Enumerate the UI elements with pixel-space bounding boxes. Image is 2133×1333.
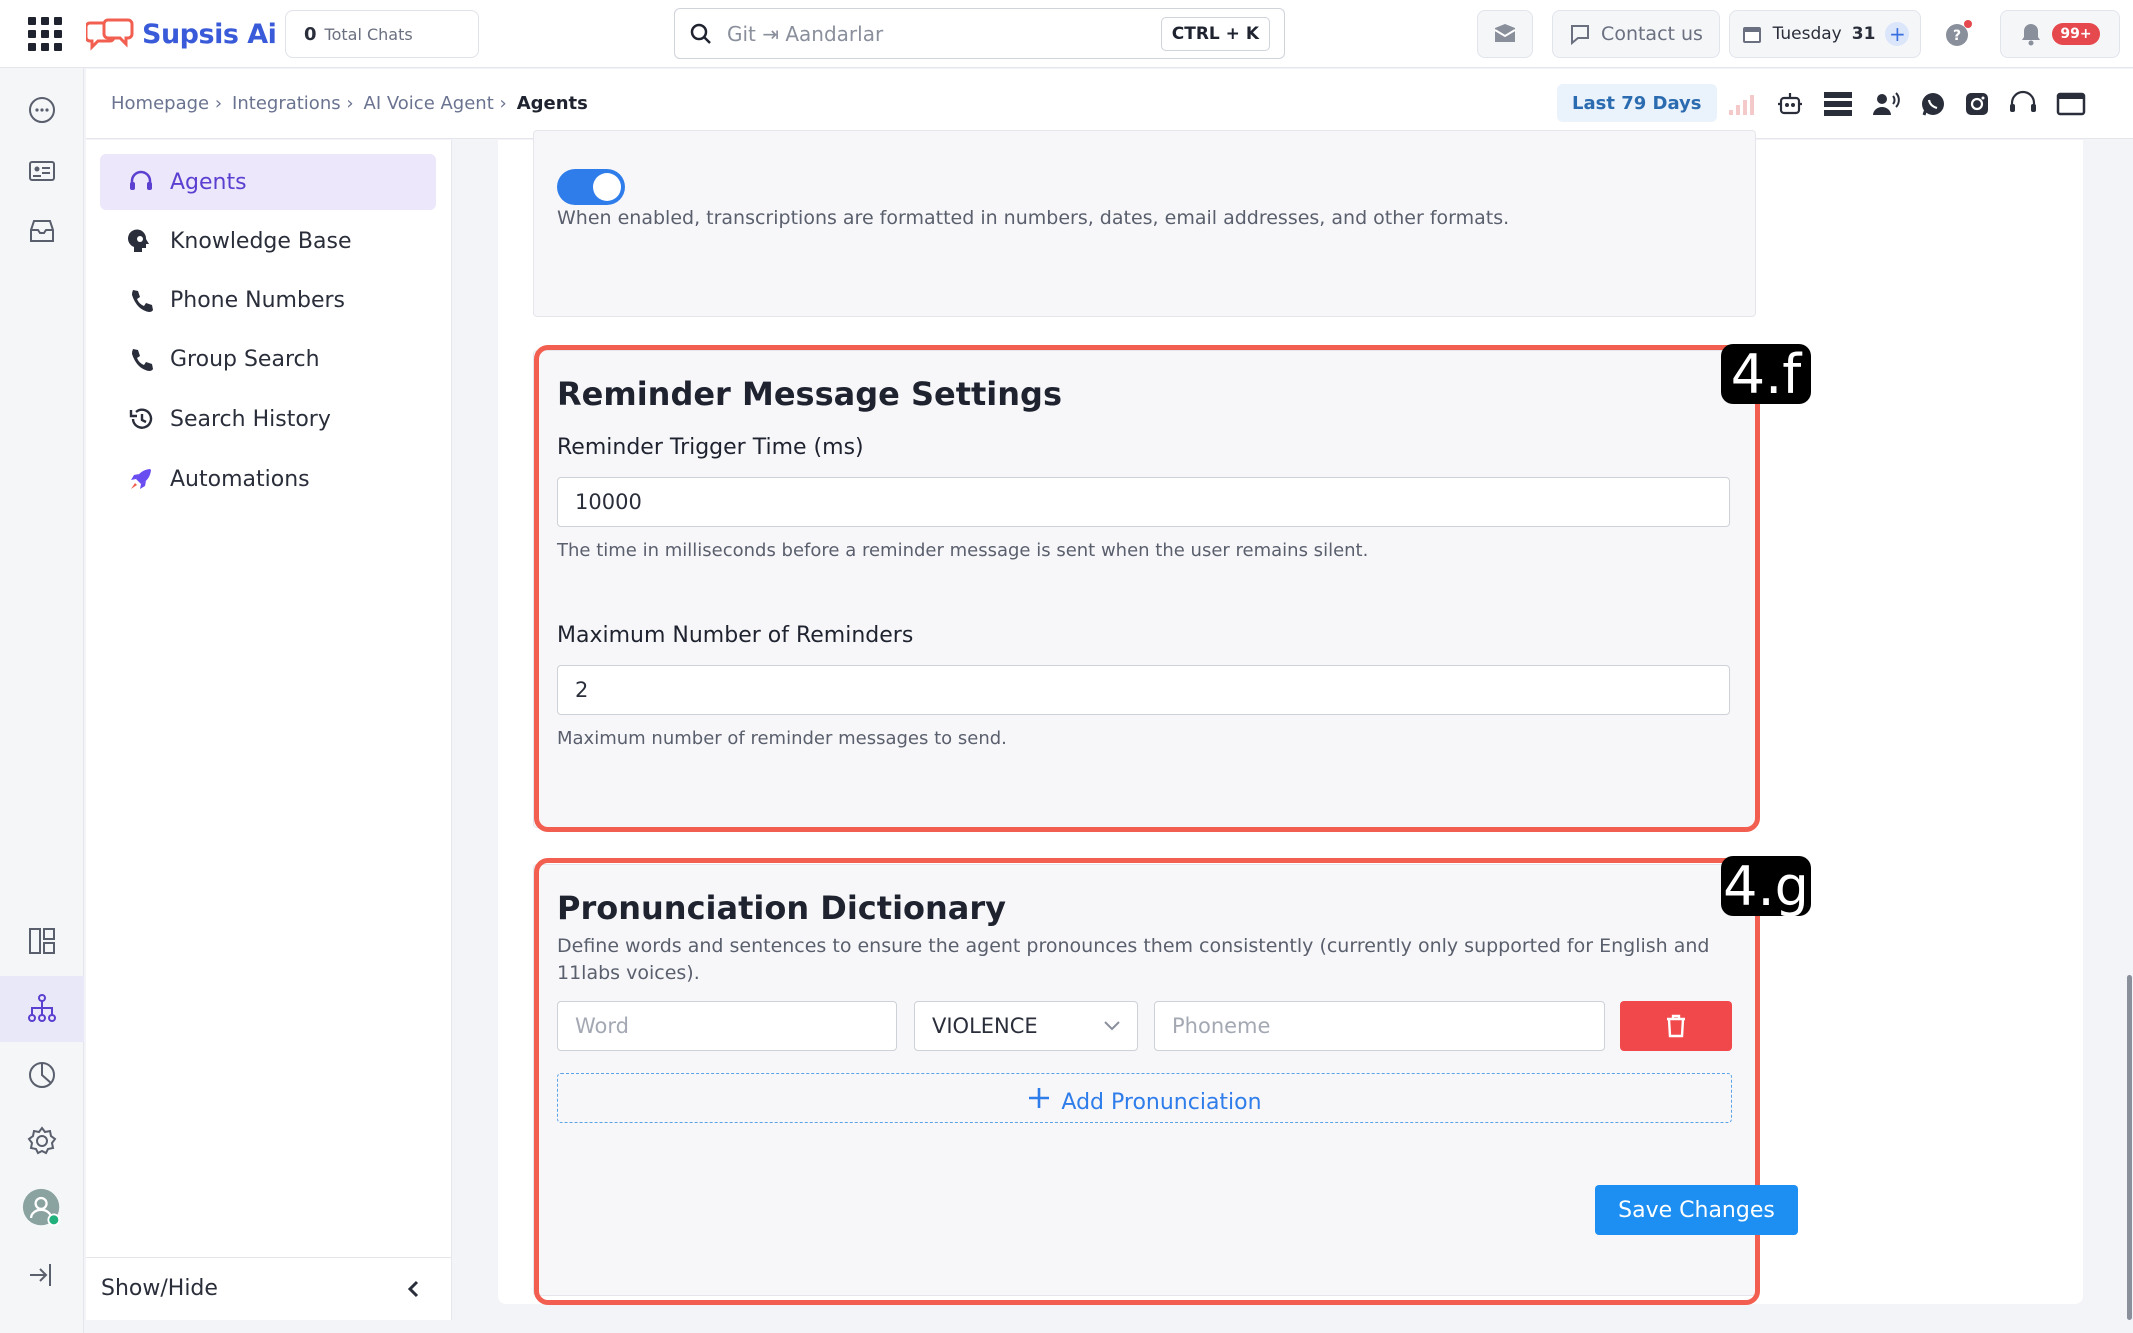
step-tag-pronunciation: 4.g — [1721, 855, 1811, 918]
headset-icon — [128, 169, 154, 195]
server-list-icon[interactable] — [1823, 89, 1853, 119]
instagram-icon[interactable] — [1962, 89, 1992, 119]
robot-icon[interactable] — [1775, 89, 1805, 119]
rail-inbox-icon[interactable] — [22, 211, 62, 251]
rail-settings-icon[interactable] — [22, 1121, 62, 1161]
left-rail — [0, 68, 84, 1333]
sidebar-item-label: Group Search — [170, 346, 320, 372]
sidebar-item-phone-numbers[interactable]: Phone Numbers — [100, 272, 436, 328]
breadcrumb-bar: Homepage › Integrations › AI Voice Agent… — [86, 69, 2133, 139]
mail-button[interactable] — [1477, 10, 1533, 58]
bell-icon — [2022, 24, 2041, 46]
support-agent-icon[interactable] — [2008, 89, 2038, 119]
show-hide-label: Show/Hide — [101, 1276, 218, 1301]
step-tag-reminder: 4.f — [1721, 343, 1811, 406]
highlight-box-reminder — [534, 345, 1760, 832]
contact-us-button[interactable]: Contact us — [1552, 10, 1720, 58]
app-logo[interactable]: Supsis Ai — [86, 14, 277, 54]
notifications-badge: 99+ — [2052, 23, 2100, 45]
total-chats-count: 0 — [304, 23, 317, 45]
phone-icon — [128, 287, 154, 313]
mail-icon — [1494, 24, 1516, 42]
date-range-button[interactable]: Last 79 Days — [1557, 84, 1717, 122]
breadcrumb-current: Agents — [516, 93, 588, 114]
add-date-icon[interactable]: + — [1885, 22, 1910, 46]
breadcrumb-homepage[interactable]: Homepage › — [111, 93, 222, 114]
sidebar: Agents Knowledge Base Phone Numbers Grou… — [86, 140, 452, 1320]
rocket-icon — [128, 466, 154, 492]
contact-us-label: Contact us — [1601, 23, 1703, 45]
agent-settings-card: When enabled, transcriptions are formatt… — [498, 130, 2083, 1305]
calendar-icon — [1742, 27, 1761, 43]
format-description: When enabled, transcriptions are formatt… — [557, 207, 1510, 229]
help-icon: ? — [1946, 20, 1972, 46]
phone-icon — [128, 346, 154, 372]
rail-logout-icon[interactable] — [22, 1255, 62, 1295]
date-picker-chip[interactable]: Tuesday 31 + — [1729, 10, 1921, 58]
breadcrumb-integrations[interactable]: Integrations › — [232, 93, 353, 114]
search-placeholder: Git ⇥ Aandarlar — [727, 21, 884, 46]
date-day: Tuesday — [1772, 24, 1842, 44]
total-chats-label: Total Chats — [324, 24, 413, 44]
global-search[interactable]: Git ⇥ Aandarlar CTRL + K — [674, 8, 1285, 59]
rail-reports-icon[interactable] — [22, 1055, 62, 1095]
sidebar-item-search-history[interactable]: Search History — [100, 391, 436, 447]
voice-user-icon[interactable] — [1871, 89, 1901, 119]
search-icon — [690, 23, 711, 44]
rail-dashboard-icon[interactable] — [22, 921, 62, 961]
sidebar-item-group-search[interactable]: Group Search — [100, 331, 436, 387]
notifications-button[interactable]: 99+ — [2000, 10, 2120, 58]
top-bar: Supsis Ai 0 Total Chats Git ⇥ Aandarlar … — [0, 0, 2133, 68]
brain-head-icon — [128, 228, 154, 254]
window-icon[interactable] — [2056, 89, 2086, 119]
history-icon — [128, 406, 154, 432]
search-shortcut: CTRL + K — [1160, 16, 1270, 51]
breadcrumb-ai-voice-agent[interactable]: AI Voice Agent › — [364, 93, 507, 114]
page-scrollbar[interactable] — [2127, 975, 2132, 1320]
help-button[interactable]: ? — [1939, 10, 1977, 58]
user-avatar[interactable] — [22, 1188, 62, 1228]
app-name: Supsis Ai — [142, 18, 277, 50]
formatting-panel: When enabled, transcriptions are formatt… — [533, 130, 1756, 317]
sidebar-item-knowledge-base[interactable]: Knowledge Base — [100, 213, 436, 269]
logo-bubbles-icon — [86, 18, 134, 51]
sidebar-item-label: Agents — [170, 169, 247, 195]
highlight-box-pronunciation — [534, 858, 1760, 1305]
rail-contacts-icon[interactable] — [22, 151, 62, 191]
sidebar-item-label: Search History — [170, 406, 331, 432]
whatsapp-icon[interactable] — [1918, 89, 1948, 119]
show-hide-toggle[interactable]: Show/Hide — [86, 1257, 452, 1319]
chat-bubble-icon — [1571, 25, 1590, 45]
sidebar-item-label: Automations — [170, 466, 310, 492]
rail-integrations-icon[interactable] — [22, 988, 62, 1028]
sidebar-item-label: Phone Numbers — [170, 287, 345, 313]
format-transcription-toggle[interactable] — [557, 169, 625, 205]
sidebar-item-agents[interactable]: Agents — [100, 154, 436, 210]
sidebar-item-label: Knowledge Base — [170, 228, 352, 254]
total-chats-chip[interactable]: 0 Total Chats — [285, 10, 479, 58]
date-number: 31 — [1851, 24, 1876, 44]
signal-bars-icon[interactable] — [1726, 89, 1756, 119]
svg-text:?: ? — [1953, 28, 1961, 44]
sidebar-item-automations[interactable]: Automations — [100, 451, 436, 507]
apps-grid-icon[interactable] — [28, 17, 62, 51]
breadcrumb: Homepage › Integrations › AI Voice Agent… — [111, 93, 588, 114]
rail-chats-icon[interactable] — [22, 90, 62, 130]
save-changes-button[interactable]: Save Changes — [1595, 1185, 1798, 1235]
main-content: When enabled, transcriptions are formatt… — [453, 130, 2133, 1333]
chevron-left-icon — [407, 1280, 419, 1298]
